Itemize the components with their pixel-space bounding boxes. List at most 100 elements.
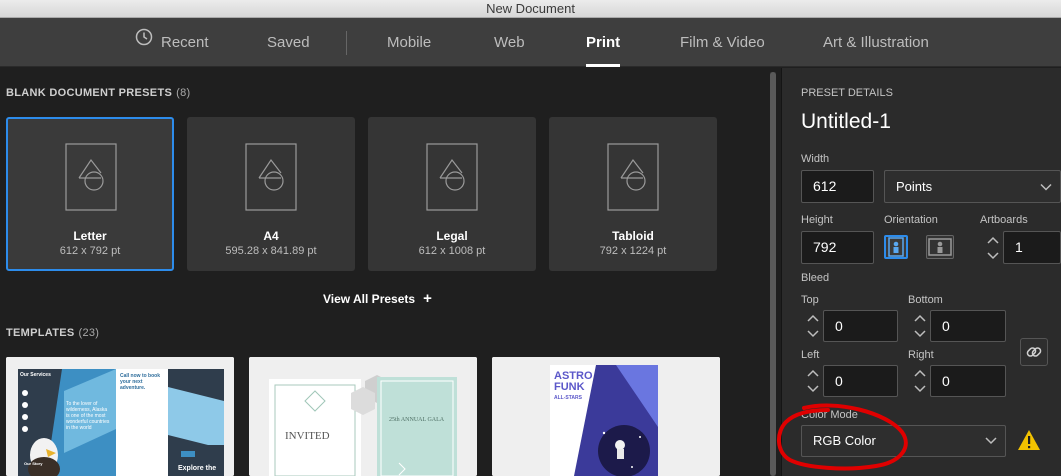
template-thumbnail <box>492 357 720 476</box>
preset-name: A4 <box>263 229 279 243</box>
tab-divider <box>346 31 347 55</box>
presets-title: BLANK DOCUMENT PRESETS <box>6 87 173 99</box>
tab-art-illustration[interactable]: Art & Illustration <box>823 18 929 67</box>
preset-details-title: PRESET DETAILS <box>801 87 893 99</box>
window-title-bar: New Document <box>0 0 1061 18</box>
presets-scrollbar[interactable] <box>770 72 776 476</box>
landscape-icon <box>928 238 952 256</box>
tab-label: Web <box>494 34 525 51</box>
color-mode-select[interactable]: RGB Color <box>801 425 1006 457</box>
bleed-left-label: Left <box>801 349 820 361</box>
bleed-left-input[interactable]: 0 <box>823 365 898 397</box>
tab-label: Art & Illustration <box>823 34 929 51</box>
width-label: Width <box>801 153 830 165</box>
width-input[interactable]: 612 <box>801 170 874 203</box>
height-label: Height <box>801 214 833 226</box>
chevron-down-icon <box>1040 171 1052 202</box>
preset-size: 612 x 792 pt <box>59 245 121 257</box>
template-text: INVITED <box>285 430 330 442</box>
landscape-orientation-button[interactable] <box>926 235 954 259</box>
preset-name: Legal <box>436 229 468 243</box>
template-text: FUNK <box>554 381 585 393</box>
tab-label: Print <box>586 34 621 51</box>
templates-title: TEMPLATES <box>6 327 75 339</box>
orientation-label: Orientation <box>884 214 938 226</box>
template-text: 25th ANNUAL GALA <box>389 417 445 423</box>
warning-icon[interactable] <box>1016 428 1042 457</box>
template-text: Our Services <box>20 372 51 378</box>
bleed-top-input[interactable]: 0 <box>823 310 898 342</box>
template-card-astro-funk[interactable]: ASTRO FUNK ALL-STARS <box>492 357 720 476</box>
tab-saved[interactable]: Saved <box>267 18 310 67</box>
stepper-arrows-icon <box>807 369 819 393</box>
preset-size: 792 x 1224 pt <box>599 245 667 257</box>
color-mode-label: Color Mode <box>801 409 858 421</box>
units-value: Points <box>896 179 933 194</box>
color-mode-value: RGB Color <box>813 433 876 448</box>
tab-label: Mobile <box>387 34 432 51</box>
preset-card-a4[interactable]: A4 595.28 x 841.89 pt <box>187 117 355 271</box>
artboards-label: Artboards <box>980 214 1028 226</box>
template-text: Our Story <box>24 461 43 466</box>
view-all-presets-link[interactable]: View All Presets + <box>323 290 432 307</box>
tab-label: Recent <box>161 34 209 51</box>
preset-name: Letter <box>73 229 107 243</box>
chevron-down-icon <box>985 426 997 456</box>
template-card-travel-brochure[interactable]: Our Services Call now to book your next … <box>6 357 234 476</box>
plus-icon: + <box>423 290 432 307</box>
artboards-input[interactable]: 1 <box>1003 231 1061 264</box>
document-icon <box>426 143 478 216</box>
portrait-orientation-button[interactable] <box>884 235 908 259</box>
tab-print[interactable]: Print <box>586 18 621 67</box>
height-input[interactable]: 792 <box>801 231 874 264</box>
template-text: Explore the <box>178 465 217 472</box>
bleed-right-stepper[interactable] <box>910 366 930 396</box>
bleed-bottom-stepper[interactable] <box>910 311 930 341</box>
presets-heading: BLANK DOCUMENT PRESETS (8) <box>6 87 190 99</box>
template-text: ALL-STARS <box>554 395 582 401</box>
units-select[interactable]: Points <box>884 170 1061 203</box>
stepper-arrows-icon <box>807 314 819 338</box>
portrait-icon <box>888 237 904 257</box>
tab-label: Film & Video <box>680 34 765 51</box>
link-icon <box>1026 347 1042 357</box>
stepper-arrows-icon <box>914 314 926 338</box>
presets-count: (8) <box>176 87 191 99</box>
document-icon <box>65 143 117 216</box>
preset-card-legal[interactable]: Legal 612 x 1008 pt <box>368 117 536 271</box>
document-icon <box>607 143 659 216</box>
document-icon <box>245 143 297 216</box>
bleed-bottom-input[interactable]: 0 <box>930 310 1006 342</box>
artboards-stepper[interactable] <box>983 233 1003 263</box>
view-all-label: View All Presets <box>323 292 416 306</box>
document-name-field[interactable]: Untitled-1 <box>801 110 891 134</box>
bleed-right-label: Right <box>908 349 934 361</box>
preset-size: 595.28 x 841.89 pt <box>225 245 317 257</box>
tab-film-video[interactable]: Film & Video <box>680 18 765 67</box>
stepper-arrows-icon <box>987 236 999 260</box>
bleed-top-stepper[interactable] <box>803 311 823 341</box>
window-title: New Document <box>486 1 575 16</box>
preset-card-letter[interactable]: Letter 612 x 792 pt <box>6 117 174 271</box>
tab-label: Saved <box>267 34 310 51</box>
scrollbar-thumb[interactable] <box>770 72 776 476</box>
bleed-label: Bleed <box>801 272 830 284</box>
tab-mobile[interactable]: Mobile <box>387 18 431 67</box>
preset-size: 612 x 1008 pt <box>418 245 486 257</box>
bleed-top-label: Top <box>801 294 819 306</box>
bleed-left-stepper[interactable] <box>803 366 823 396</box>
link-bleed-button[interactable] <box>1020 338 1048 366</box>
bleed-right-input[interactable]: 0 <box>930 365 1006 397</box>
template-text: Call now to book your next adventure. <box>120 373 160 391</box>
clock-icon <box>135 17 153 66</box>
template-card-gala-invite[interactable]: INVITED 25th ANNUAL GALA <box>249 357 477 476</box>
templates-heading: TEMPLATES (23) <box>6 327 99 339</box>
stepper-arrows-icon <box>914 369 926 393</box>
template-text: To the lover of wilderness, Alaska is on… <box>66 401 110 431</box>
tab-web[interactable]: Web <box>494 18 525 67</box>
preset-name: Tabloid <box>612 229 654 243</box>
tab-recent[interactable]: Recent <box>135 18 209 67</box>
category-tab-bar: Recent Saved Mobile Web Print Film & Vid… <box>0 18 1061 67</box>
preset-card-tabloid[interactable]: Tabloid 792 x 1224 pt <box>549 117 717 271</box>
bleed-bottom-label: Bottom <box>908 294 943 306</box>
